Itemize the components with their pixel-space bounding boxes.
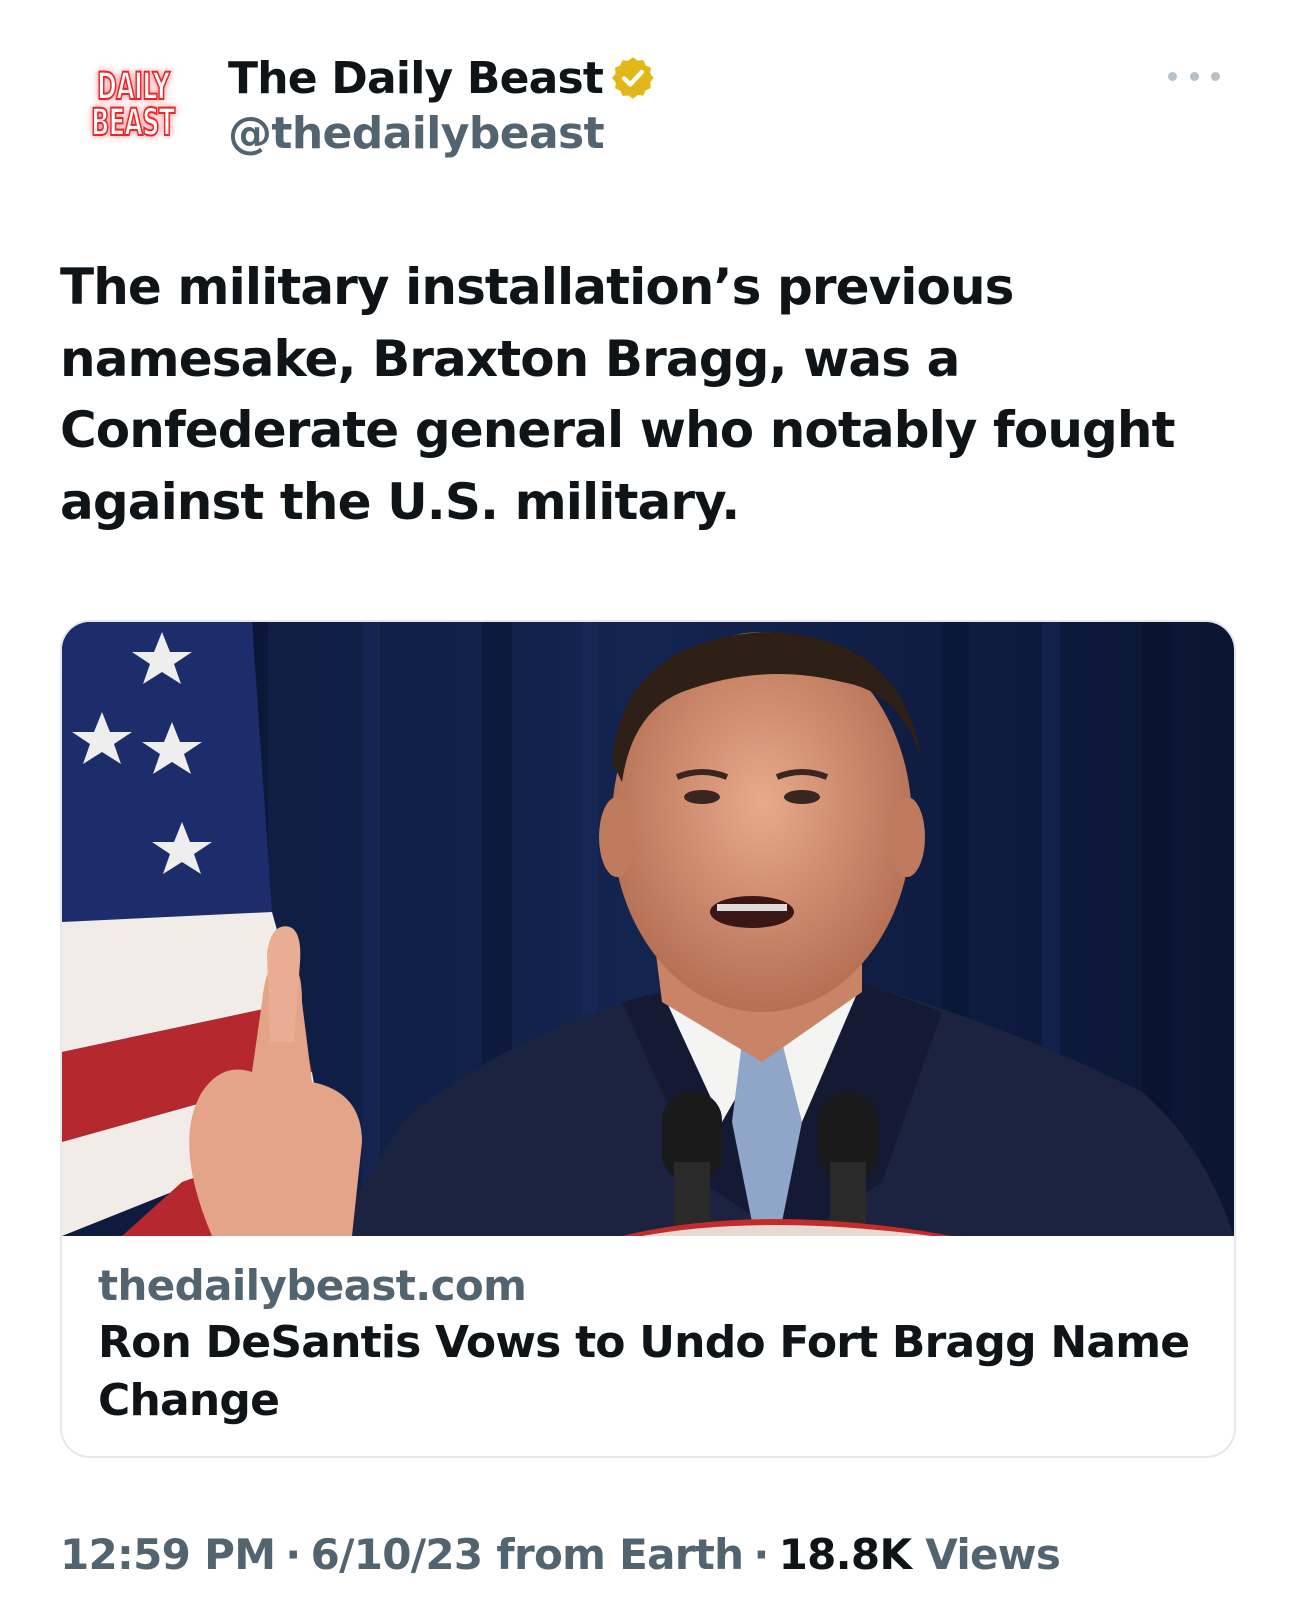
more-dot xyxy=(1189,71,1199,81)
views-count[interactable]: 18.8K xyxy=(779,1530,912,1579)
speaker-photo xyxy=(62,622,1234,1236)
tweet-date[interactable]: 6/10/23 xyxy=(311,1530,484,1579)
separator: · xyxy=(753,1530,769,1579)
more-horizontal-icon[interactable] xyxy=(1168,62,1220,90)
card-meta: thedailybeast.com Ron DeSantis Vows to U… xyxy=(98,1258,1198,1430)
handle[interactable]: @thedailybeast xyxy=(228,108,657,159)
verified-badge-icon[interactable] xyxy=(609,54,657,102)
tweet-time[interactable]: 12:59 PM xyxy=(60,1530,276,1579)
card-title[interactable]: Ron DeSantis Vows to Undo Fort Bragg Nam… xyxy=(98,1314,1198,1430)
display-name[interactable]: The Daily Beast xyxy=(228,53,604,104)
tweet-text: The military installation’s previous nam… xyxy=(60,258,1176,531)
more-dot xyxy=(1211,71,1220,81)
link-card[interactable]: thedailybeast.com Ron DeSantis Vows to U… xyxy=(60,620,1236,1458)
more-dot xyxy=(1168,71,1177,81)
author-block: The Daily Beast @thedailybeast xyxy=(228,50,657,159)
separator: · xyxy=(285,1530,301,1579)
card-domain[interactable]: thedailybeast.com xyxy=(98,1258,1198,1314)
tweet-source: from Earth xyxy=(496,1530,744,1579)
avatar[interactable]: DAILY BEAST xyxy=(74,46,192,164)
name-row: The Daily Beast xyxy=(228,50,657,106)
tweet: DAILY BEAST The Daily Beast @thedailybea… xyxy=(0,0,1290,1613)
views-label: Views xyxy=(925,1530,1061,1579)
card-image[interactable] xyxy=(62,622,1234,1236)
avatar-logo-line2: BEAST xyxy=(91,101,176,144)
tweet-meta: 12:59 PM · 6/10/23 from Earth · 18.8K Views xyxy=(60,1530,1061,1579)
avatar-logo-line1: DAILY xyxy=(96,65,170,108)
